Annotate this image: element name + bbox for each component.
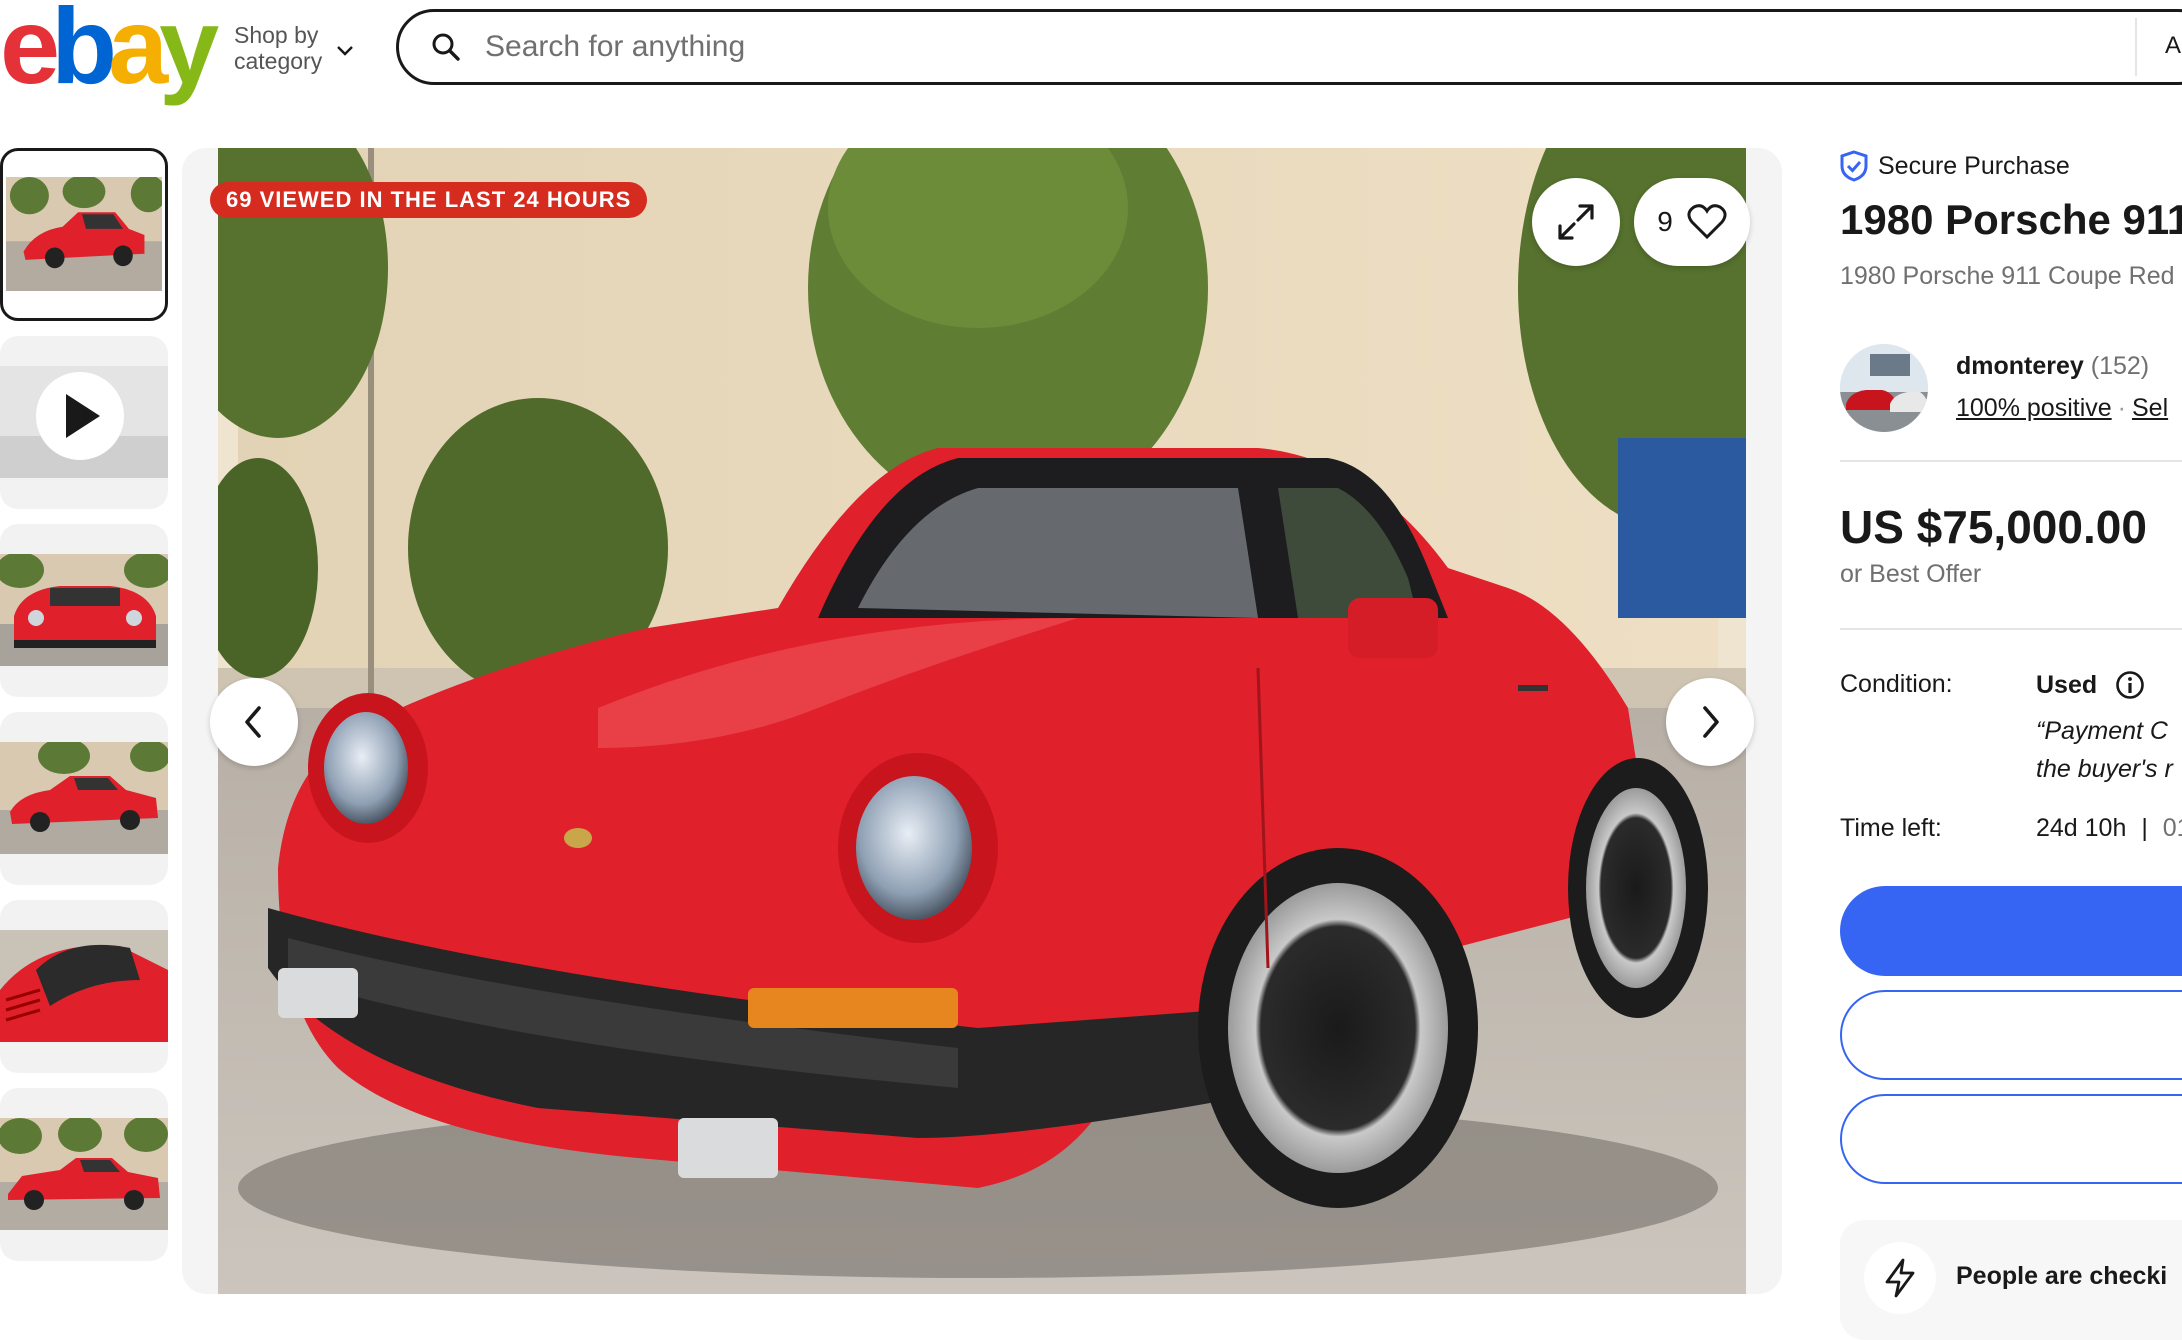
thumbnail-2-video[interactable] xyxy=(0,336,168,509)
divider xyxy=(1840,460,2182,462)
seller-feedback: 100% positive · Sel xyxy=(1956,394,2168,423)
logo-letter-b: b xyxy=(51,0,117,106)
time-left-separator: | xyxy=(2141,814,2148,842)
item-subtitle: 1980 Porsche 911 Coupe Red xyxy=(1840,262,2175,290)
thumbnail-1-image xyxy=(6,177,162,291)
best-offer-label: or Best Offer xyxy=(1840,560,1982,588)
search-divider xyxy=(2135,18,2137,76)
seller-name[interactable]: dmonterey xyxy=(1956,352,2084,380)
condition-label: Condition: xyxy=(1840,670,1953,698)
heart-icon xyxy=(1687,204,1727,240)
condition-value: Used xyxy=(2036,670,2098,699)
thumbnail-5[interactable] xyxy=(0,900,168,1073)
chevron-left-icon xyxy=(245,706,261,738)
item-title: 1980 Porsche 911 xyxy=(1840,196,2182,243)
condition-value-row: Used xyxy=(2036,670,2145,700)
seller-avatar[interactable] xyxy=(1840,344,1928,432)
previous-image-button[interactable] xyxy=(210,678,298,766)
search-input[interactable] xyxy=(483,29,1737,65)
logo-letter-a: a xyxy=(108,0,168,106)
lightning-icon xyxy=(1885,1258,1915,1298)
chevron-down-icon xyxy=(337,46,354,56)
expand-icon xyxy=(1558,204,1594,240)
time-left-value-row: 24d 10h | 01 xyxy=(2036,814,2182,843)
info-icon[interactable] xyxy=(2115,670,2145,700)
shield-check-icon xyxy=(1840,150,1868,182)
seller-feedback-count: (152) xyxy=(2090,352,2150,380)
seller-avatar-image xyxy=(1840,344,1928,432)
feedback-separator: · xyxy=(2117,394,2126,422)
thumbnail-6-image xyxy=(0,1118,168,1230)
thumbnail-2-image xyxy=(0,366,168,478)
category-label: category xyxy=(234,48,323,74)
thumbnail-5-image xyxy=(0,930,168,1042)
people-checking-banner: People are checki xyxy=(1840,1220,2182,1340)
porsche-911-photo xyxy=(218,148,1746,1294)
secure-purchase-label: Secure Purchase xyxy=(1878,151,2070,180)
watch-button[interactable]: 9 xyxy=(1634,178,1750,266)
thumbnail-4[interactable] xyxy=(0,712,168,885)
time-left-end: 01 xyxy=(2162,814,2182,842)
seller-info: dmonterey (152) xyxy=(1956,352,2149,381)
condition-description-line2: the buyer's r xyxy=(2036,755,2173,783)
shop-by-label: Shop by xyxy=(234,22,319,48)
secure-purchase[interactable]: Secure Purchase xyxy=(1840,150,2070,182)
viewed-badge: 69 VIEWED IN THE LAST 24 HOURS xyxy=(210,182,648,218)
lightning-icon-wrap xyxy=(1864,1242,1936,1314)
positive-feedback-link[interactable]: 100% positive xyxy=(1956,394,2112,422)
watch-count: 9 xyxy=(1657,206,1673,237)
expand-button[interactable] xyxy=(1532,178,1620,266)
make-offer-button[interactable] xyxy=(1840,990,2182,1080)
thumbnail-3[interactable] xyxy=(0,524,168,697)
people-checking-text: People are checki xyxy=(1956,1262,2168,1290)
thumbnail-6[interactable] xyxy=(0,1088,168,1261)
search-bar: Al xyxy=(396,9,2182,85)
logo-letter-y: y xyxy=(159,0,219,106)
time-left-label: Time left: xyxy=(1840,814,1942,842)
thumbnail-4-image xyxy=(0,742,168,854)
time-left-value: 24d 10h xyxy=(2036,814,2127,842)
shop-by-category-button[interactable]: Shop by category xyxy=(234,22,354,74)
condition-description: “Payment C the buyer's r xyxy=(2036,712,2173,788)
search-icon xyxy=(432,33,460,61)
main-product-image[interactable] xyxy=(218,148,1746,1294)
thumbnail-3-image xyxy=(0,554,168,666)
seller-other-items-link[interactable]: Sel xyxy=(2132,394,2168,422)
buy-it-now-button[interactable] xyxy=(1840,886,2182,976)
add-to-watchlist-button[interactable] xyxy=(1840,1094,2182,1184)
thumbnail-1[interactable] xyxy=(0,148,168,321)
condition-description-line1: “Payment C xyxy=(2036,717,2168,745)
category-select[interactable]: Al xyxy=(2165,32,2182,60)
next-image-button[interactable] xyxy=(1666,678,1754,766)
ebay-logo[interactable]: ebay xyxy=(0,0,219,106)
divider xyxy=(1840,628,2182,630)
item-price: US $75,000.00 xyxy=(1840,501,2147,553)
chevron-right-icon xyxy=(1703,706,1719,738)
logo-letter-e: e xyxy=(0,0,60,106)
